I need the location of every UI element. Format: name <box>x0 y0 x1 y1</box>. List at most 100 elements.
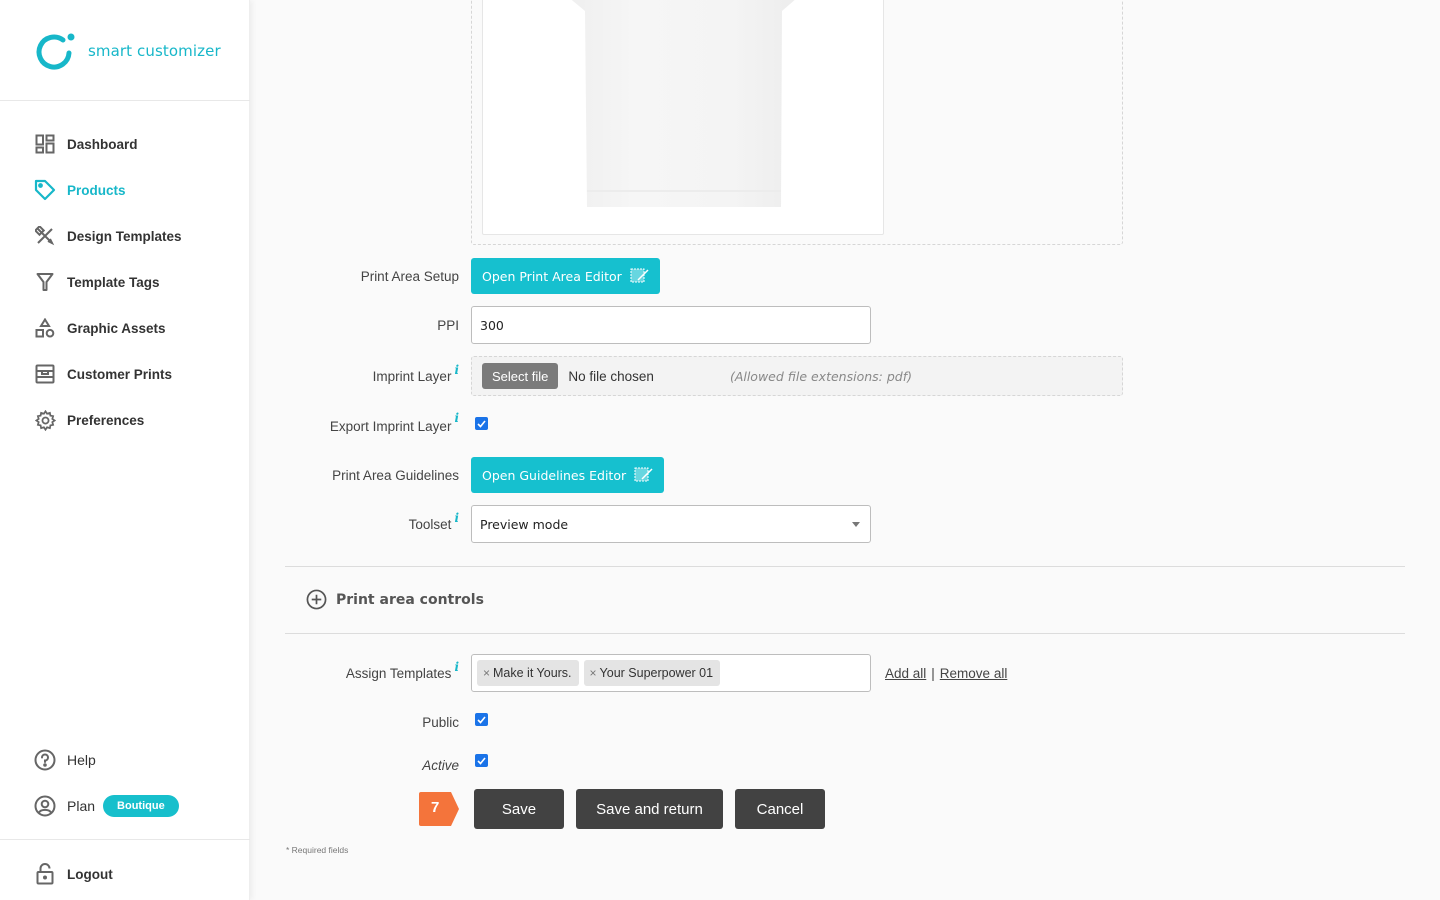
remove-tag-icon[interactable]: × <box>483 666 490 680</box>
sidebar-item-preferences[interactable]: Preferences <box>0 397 250 443</box>
active-label: Active <box>422 758 459 773</box>
edit-area-icon <box>630 268 649 283</box>
sidebar-item-plan[interactable]: Plan Boutique <box>0 783 250 829</box>
print-area-controls-toggle[interactable]: Print area controls <box>306 589 484 610</box>
assign-templates-input[interactable]: × Make it Yours. × Your Superpower 01 <box>471 654 871 692</box>
required-fields-note: * Required fields <box>286 845 349 855</box>
user-circle-icon <box>34 795 56 817</box>
dashboard-icon <box>34 133 56 155</box>
info-icon[interactable]: i <box>454 660 459 674</box>
open-guidelines-editor-button[interactable]: Open Guidelines Editor <box>471 457 665 493</box>
active-row: Active <box>250 753 1440 773</box>
edit-area-icon <box>634 467 653 482</box>
shapes-icon <box>34 317 56 339</box>
product-image-card <box>482 0 884 235</box>
sidebar-item-label: Design Templates <box>67 228 182 244</box>
info-icon[interactable]: i <box>454 411 459 425</box>
gear-icon <box>34 409 56 431</box>
print-area-setup-row: Print Area Setup Open Print Area Editor <box>250 258 1440 294</box>
prints-icon <box>34 363 56 385</box>
sidebar-item-customer-prints[interactable]: Customer Prints <box>0 351 250 397</box>
tag-label: Make it Yours. <box>493 666 572 680</box>
remove-tag-icon[interactable]: × <box>590 666 597 680</box>
toolset-value: Preview mode <box>480 516 569 532</box>
public-row: Public <box>250 712 1440 730</box>
logo[interactable]: smart customizer <box>36 31 221 71</box>
cancel-button[interactable]: Cancel <box>735 789 825 829</box>
tag-label: Your Superpower 01 <box>599 666 714 680</box>
export-imprint-layer-checkbox[interactable] <box>475 417 488 430</box>
sidebar-item-help[interactable]: Help <box>0 737 250 783</box>
public-checkbox[interactable] <box>475 713 488 726</box>
sidebar-item-label: Help <box>67 752 96 768</box>
sidebar-item-label: Template Tags <box>67 274 160 290</box>
toolset-label: Toolset <box>408 516 452 532</box>
imprint-layer-label: Imprint Layer <box>372 368 452 384</box>
unlock-icon <box>34 863 56 885</box>
save-and-return-button[interactable]: Save and return <box>576 789 723 829</box>
brand-name: smart customizer <box>88 42 221 60</box>
sidebar-item-label: Preferences <box>67 412 145 428</box>
public-label: Public <box>422 715 459 730</box>
assign-templates-label: Assign Templates <box>345 665 452 681</box>
sidebar-divider <box>0 839 250 840</box>
info-icon[interactable]: i <box>454 363 459 377</box>
main-content: Print Area Setup Open Print Area Editor … <box>250 0 1440 900</box>
chevron-down-icon <box>852 521 860 527</box>
print-area-setup-label: Print Area Setup <box>360 268 459 284</box>
save-button[interactable]: Save <box>474 789 564 829</box>
sidebar-item-graphic-assets[interactable]: Graphic Assets <box>0 305 250 351</box>
check-icon <box>477 419 486 428</box>
sidebar-divider <box>0 100 250 101</box>
sidebar: smart customizer Dashboard Products Desi… <box>0 0 250 900</box>
ppi-value: 300 <box>480 317 504 333</box>
plan-badge: Boutique <box>103 795 179 817</box>
design-tools-icon <box>34 225 56 247</box>
check-icon <box>477 715 486 724</box>
link-separator: | <box>931 665 935 681</box>
sidebar-item-template-tags[interactable]: Template Tags <box>0 259 250 305</box>
step-marker <box>419 792 459 826</box>
filter-icon <box>34 271 56 293</box>
print-area-guidelines-label: Print Area Guidelines <box>332 467 459 483</box>
assign-templates-row: Assign Templates i × Make it Yours. × Your … <box>250 654 1440 692</box>
toolset-row: Toolset i Preview mode <box>250 505 1440 543</box>
sidebar-item-label: Products <box>67 182 126 198</box>
logout-section: Logout <box>0 851 250 897</box>
ppi-row: PPI 300 <box>250 306 1440 344</box>
template-tag: × Your Superpower 01 <box>583 660 721 686</box>
print-area-guidelines-row: Print Area Guidelines Open Guidelines Ed… <box>250 457 1440 493</box>
tag-icon <box>34 179 56 201</box>
plus-circle-icon <box>306 589 327 610</box>
add-all-link[interactable]: Add all <box>885 666 926 681</box>
sidebar-item-dashboard[interactable]: Dashboard <box>0 121 250 167</box>
button-label: Open Guidelines Editor <box>482 467 627 483</box>
open-print-area-editor-button[interactable]: Open Print Area Editor <box>471 258 660 294</box>
sidebar-item-design-templates[interactable]: Design Templates <box>0 213 250 259</box>
active-checkbox[interactable] <box>475 754 488 767</box>
info-icon[interactable]: i <box>454 511 459 525</box>
export-imprint-layer-row: Export Imprint Layer i <box>250 411 1440 434</box>
section-divider <box>285 633 1405 634</box>
sidebar-item-label: Customer Prints <box>67 366 173 382</box>
sidebar-nav: Dashboard Products Design Templates Temp… <box>0 121 250 443</box>
template-tag: × Make it Yours. <box>477 660 579 686</box>
remove-all-link[interactable]: Remove all <box>940 666 1008 681</box>
logo-icon <box>36 33 75 70</box>
select-file-button[interactable]: Select file <box>482 363 559 389</box>
section-divider <box>285 566 1405 567</box>
sidebar-item-products[interactable]: Products <box>0 167 250 213</box>
help-icon <box>34 749 56 771</box>
export-imprint-layer-label: Export Imprint Layer <box>329 419 452 434</box>
sidebar-item-logout[interactable]: Logout <box>0 851 250 897</box>
toolset-select[interactable]: Preview mode <box>471 505 871 543</box>
file-extensions-hint: (Allowed file extensions: pdf) <box>729 368 912 384</box>
sidebar-item-label: Logout <box>67 866 113 882</box>
ppi-input[interactable]: 300 <box>471 306 871 344</box>
ppi-label: PPI <box>437 317 459 333</box>
imprint-layer-file-input: Select file No file chosen (Allowed file… <box>471 356 1123 396</box>
sidebar-bottom-nav: Help Plan Boutique <box>0 737 250 829</box>
template-bulk-links: Add all | Remove all <box>885 666 1007 681</box>
imprint-layer-row: Imprint Layer i Select file No file chose… <box>250 356 1440 396</box>
button-label: Open Print Area Editor <box>482 268 622 284</box>
